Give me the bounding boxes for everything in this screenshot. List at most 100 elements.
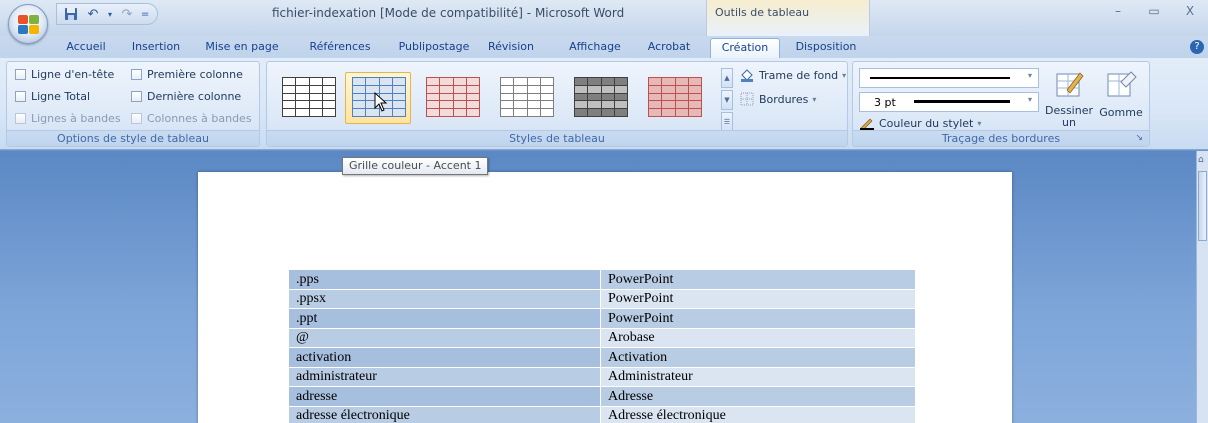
tab-references[interactable]: Références bbox=[300, 38, 380, 58]
style-cell bbox=[540, 78, 553, 85]
pen-style-dropdown[interactable]: ▾ bbox=[859, 68, 1039, 88]
style-cell bbox=[675, 101, 688, 109]
table-row[interactable]: @ Arobase bbox=[288, 327, 916, 348]
table-style-swatch-red-dark[interactable] bbox=[641, 72, 707, 124]
translation-cell[interactable]: Adresse électronique bbox=[600, 405, 916, 423]
minimize-button[interactable]: – bbox=[1100, 0, 1136, 22]
tab-affichage[interactable]: Affichage bbox=[560, 38, 630, 58]
style-cell bbox=[514, 78, 527, 85]
table-row[interactable]: .ppsx PowerPoint bbox=[288, 288, 916, 309]
banded-columns-checkbox[interactable]: Colonnes à bandes bbox=[131, 112, 252, 125]
restore-button[interactable]: ▭ bbox=[1136, 0, 1172, 22]
style-cell bbox=[427, 93, 440, 101]
translation-cell[interactable]: Adresse bbox=[600, 386, 916, 407]
table-row[interactable]: administrateur Administrateur bbox=[288, 366, 916, 387]
vertical-scrollbar[interactable] bbox=[1196, 151, 1208, 423]
term-cell[interactable]: activation bbox=[288, 347, 601, 368]
table-tools-label: Outils de tableau bbox=[715, 6, 810, 19]
eraser-button[interactable]: Gomme bbox=[1097, 68, 1145, 119]
checkbox-box[interactable] bbox=[15, 69, 26, 80]
checkbox-box[interactable] bbox=[15, 113, 26, 124]
style-cell bbox=[283, 93, 296, 101]
style-cell bbox=[514, 101, 527, 109]
tab-accueil[interactable]: Accueil bbox=[64, 38, 108, 58]
dropdown-arrow-icon: ▾ bbox=[842, 70, 847, 80]
checkbox-box[interactable] bbox=[131, 113, 142, 124]
close-button[interactable]: X bbox=[1172, 0, 1208, 22]
dialog-launcher-icon[interactable]: ↘ bbox=[1135, 131, 1143, 146]
checkbox-box[interactable] bbox=[131, 91, 142, 102]
gallery-up-button[interactable]: ▲ bbox=[721, 68, 733, 88]
tab-mise-en-page[interactable]: Mise en page bbox=[200, 38, 284, 58]
undo-icon[interactable]: ↶ bbox=[85, 6, 101, 22]
style-cell bbox=[440, 109, 453, 116]
total-row-checkbox[interactable]: Ligne Total bbox=[15, 90, 90, 103]
help-icon[interactable]: ? bbox=[1190, 40, 1204, 54]
first-column-checkbox[interactable]: Première colonne bbox=[131, 68, 243, 81]
redo-icon[interactable]: ↷ bbox=[119, 6, 135, 22]
table-row[interactable]: .ppt PowerPoint bbox=[288, 308, 916, 329]
term-cell[interactable]: adresse bbox=[288, 386, 601, 407]
style-cell bbox=[662, 78, 675, 85]
gallery-more-button[interactable]: ☰ bbox=[721, 112, 733, 132]
style-cell bbox=[366, 78, 379, 85]
tab-revision[interactable]: Révision bbox=[480, 38, 542, 58]
checkbox-box[interactable] bbox=[131, 69, 142, 80]
table-row[interactable]: adresse électronique Adresse électronique bbox=[288, 405, 916, 423]
table-style-swatch-red-accent[interactable] bbox=[419, 72, 485, 124]
pen-color-button[interactable]: Couleur du stylet ▾ bbox=[859, 116, 981, 130]
index-table[interactable]: .pps PowerPoint .ppsx PowerPoint .ppt PowerPo… bbox=[288, 269, 916, 423]
tab-insertion[interactable]: Insertion bbox=[126, 38, 186, 58]
style-cell bbox=[501, 85, 514, 93]
term-cell[interactable]: .ppt bbox=[288, 308, 601, 329]
undo-dropdown-icon[interactable]: ▾ bbox=[107, 6, 113, 22]
table-row[interactable]: adresse Adresse bbox=[288, 386, 916, 407]
checkbox-box[interactable] bbox=[15, 91, 26, 102]
pen-weight-dropdown[interactable]: 3 pt ▾ bbox=[859, 92, 1039, 112]
translation-cell[interactable]: PowerPoint bbox=[600, 269, 916, 290]
table-row[interactable]: activation Activation bbox=[288, 347, 916, 368]
term-cell[interactable]: adresse électronique bbox=[288, 405, 601, 423]
table-style-swatch-plain-grid[interactable] bbox=[275, 72, 341, 124]
pen-weight-value: 3 pt bbox=[874, 96, 896, 109]
checkbox-label: Lignes à bandes bbox=[31, 112, 121, 125]
ruler-toggle-icon[interactable]: ⌂ bbox=[1198, 155, 1206, 165]
term-cell[interactable]: .ppsx bbox=[288, 288, 601, 309]
shading-button[interactable]: Trame de fond ▾ bbox=[739, 68, 846, 82]
tab-creation[interactable]: Création bbox=[710, 38, 780, 58]
style-cell bbox=[675, 78, 688, 85]
table-style-preview bbox=[426, 77, 480, 117]
save-icon[interactable] bbox=[63, 6, 79, 22]
header-row-checkbox[interactable]: Ligne d'en-tête bbox=[15, 68, 114, 81]
term-cell[interactable]: @ bbox=[288, 327, 601, 348]
borders-button[interactable]: Bordures ▾ bbox=[739, 92, 816, 106]
scrollbar-thumb[interactable] bbox=[1198, 171, 1207, 241]
last-column-checkbox[interactable]: Dernière colonne bbox=[131, 90, 241, 103]
banded-rows-checkbox[interactable]: Lignes à bandes bbox=[15, 112, 121, 125]
style-cell bbox=[322, 85, 335, 93]
style-cell bbox=[649, 78, 662, 85]
tab-disposition[interactable]: Disposition bbox=[784, 38, 868, 58]
translation-cell[interactable]: PowerPoint bbox=[600, 308, 916, 329]
style-cell bbox=[501, 101, 514, 109]
translation-cell[interactable]: Activation bbox=[600, 347, 916, 368]
tab-publipostage[interactable]: Publipostage bbox=[390, 38, 478, 58]
style-cell bbox=[309, 101, 322, 109]
tab-acrobat[interactable]: Acrobat bbox=[640, 38, 698, 58]
style-cell bbox=[453, 101, 466, 109]
translation-cell[interactable]: Administrateur bbox=[600, 366, 916, 387]
table-row[interactable]: .pps PowerPoint bbox=[288, 269, 916, 290]
style-cell bbox=[527, 85, 540, 93]
style-cell bbox=[296, 85, 309, 93]
table-style-swatch-dark-gray[interactable] bbox=[567, 72, 633, 124]
gallery-down-button[interactable]: ▼ bbox=[721, 90, 733, 110]
term-cell[interactable]: administrateur bbox=[288, 366, 601, 387]
table-style-swatch-gray-light[interactable] bbox=[493, 72, 559, 124]
translation-cell[interactable]: PowerPoint bbox=[600, 288, 916, 309]
customize-qat-icon[interactable]: = bbox=[141, 6, 149, 22]
term-cell[interactable]: .pps bbox=[288, 269, 601, 290]
style-cell bbox=[453, 78, 466, 85]
style-cell bbox=[466, 109, 479, 116]
office-button[interactable] bbox=[8, 4, 48, 44]
translation-cell[interactable]: Arobase bbox=[600, 327, 916, 348]
